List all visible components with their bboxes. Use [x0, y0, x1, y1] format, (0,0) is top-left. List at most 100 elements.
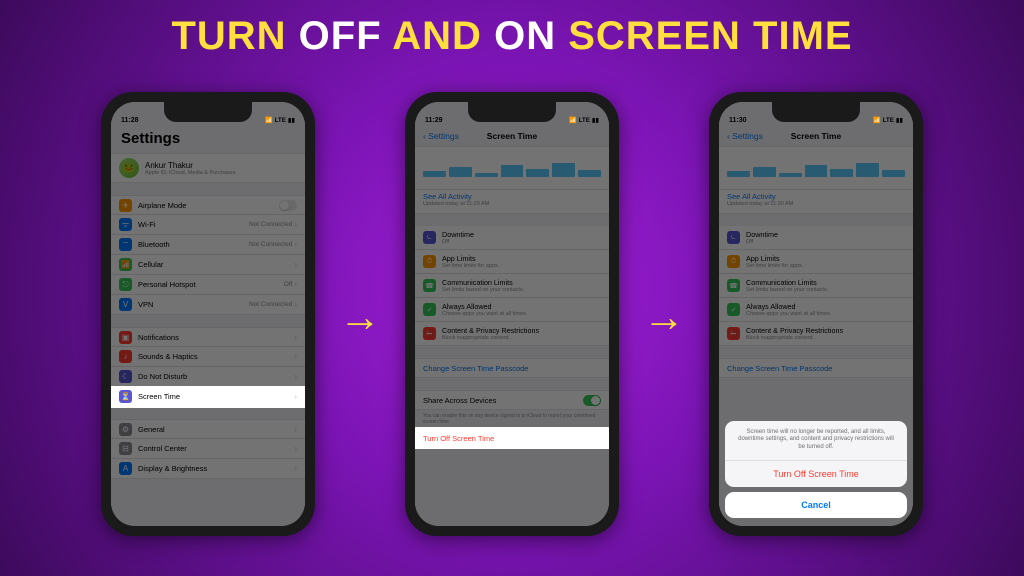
row-label: Cellular [138, 260, 294, 269]
settings-row-screen-time[interactable]: ⏳Screen Time› [111, 387, 305, 407]
settings-row-vpn[interactable]: VVPNNot Connected› [111, 295, 305, 315]
settings-row-sounds-haptics[interactable]: ♪Sounds & Haptics› [111, 347, 305, 367]
row-label: Always Allowed [442, 302, 527, 311]
action-sheet-message: Screen time will no longer be reported, … [725, 421, 907, 461]
see-all-activity-row[interactable]: See All Activity Updated today at 11:29 … [415, 190, 609, 214]
see-all-activity-row[interactable]: See All Activity Updated today at 11:30 … [719, 190, 913, 214]
chevron-right-icon: › [294, 220, 297, 229]
chevron-right-icon: › [294, 425, 297, 434]
profile-name: Ankur Thakur [145, 161, 236, 170]
settings-row-personal-hotspot[interactable]: ⎋Personal HotspotOff› [111, 275, 305, 295]
row-label: Airplane Mode [138, 201, 279, 210]
chevron-right-icon: › [294, 464, 297, 473]
row-icon: ☎ [423, 279, 436, 292]
change-passcode-row[interactable]: Change Screen Time Passcode [415, 358, 609, 378]
row-sublabel: Block inappropriate content. [746, 335, 843, 341]
option-row-always-allowed[interactable]: ✓Always AllowedChoose apps you want at a… [415, 298, 609, 322]
option-row-content-privacy-restrictions[interactable]: ⛔ Content & Privacy RestrictionsBlock ina… [719, 322, 913, 346]
row-sublabel: Set time limits for apps. [442, 263, 499, 269]
row-label: App Limits [746, 254, 803, 263]
settings-row-bluetooth[interactable]: ⌔ BluetoothNot Connected› [111, 235, 305, 255]
row-label: Content & Privacy Restrictions [442, 326, 539, 335]
settings-row-control-center[interactable]: ⊟ Control Center› [111, 439, 305, 459]
row-icon: ⛔ [727, 327, 740, 340]
row-label: Bluetooth [138, 240, 249, 249]
row-value: Not Connected [249, 301, 292, 308]
settings-row-do-not-disturb[interactable]: ☾Do Not Disturb› [111, 367, 305, 387]
activity-chart [719, 146, 913, 190]
option-row-downtime[interactable]: ⏾DowntimeOff [415, 226, 609, 250]
chevron-right-icon: › [294, 260, 297, 269]
phone-step-1: 11:28 📶 LTE ▮▮ Settings 🐸 Ankur Thakur A… [101, 92, 315, 536]
row-icon: ⚙ [119, 423, 132, 436]
row-label: VPN [138, 300, 249, 309]
action-sheet: Screen time will no longer be reported, … [725, 421, 907, 518]
nav-bar: ‹ Settings Screen Time [719, 126, 913, 146]
row-icon: ⊟ [119, 442, 132, 455]
chevron-right-icon: › [294, 280, 297, 289]
row-icon: A [119, 462, 132, 475]
row-label: Sounds & Haptics [138, 352, 294, 361]
settings-row-notifications[interactable]: ▣ Notifications› [111, 327, 305, 347]
settings-row-general[interactable]: ⚙General› [111, 419, 305, 439]
option-row-always-allowed[interactable]: ✓Always AllowedChoose apps you want at a… [719, 298, 913, 322]
row-label: Control Center [138, 444, 294, 453]
row-icon: ▣ [119, 331, 132, 344]
avatar: 🐸 [119, 158, 139, 178]
row-icon: ᯤ [119, 218, 132, 231]
option-row-content-privacy-restrictions[interactable]: ⛔ Content & Privacy RestrictionsBlock ina… [415, 322, 609, 346]
option-row-app-limits[interactable]: ⏱App LimitsSet time limits for apps. [719, 250, 913, 274]
share-across-devices-row[interactable]: Share Across Devices [415, 390, 609, 410]
row-label: Content & Privacy Restrictions [746, 326, 843, 335]
settings-row-wi-fi[interactable]: ᯤWi-FiNot Connected› [111, 215, 305, 235]
cancel-button[interactable]: Cancel [725, 492, 907, 518]
row-label: App Limits [442, 254, 499, 263]
nav-title: Screen Time [791, 131, 841, 141]
phone-step-3: 11:30 📶 LTE ▮▮ ‹ Settings Screen Time Se… [709, 92, 923, 536]
settings-title: Settings [111, 126, 305, 153]
row-sublabel: Off [442, 239, 474, 245]
row-icon: ⛔ [423, 327, 436, 340]
option-row-communication-limits[interactable]: ☎Communication LimitsSet limits based on… [719, 274, 913, 298]
row-label: Downtime [746, 230, 778, 239]
settings-row-display-brightness[interactable]: A Display & Brightness› [111, 459, 305, 479]
row-sublabel: Block inappropriate content. [442, 335, 539, 341]
back-button[interactable]: ‹ Settings [423, 131, 459, 141]
row-icon: ✓ [423, 303, 436, 316]
turn-off-screentime-button[interactable]: Turn Off Screen Time [725, 461, 907, 487]
status-time: 11:28 [121, 117, 139, 124]
chevron-right-icon: › [294, 240, 297, 249]
row-label: Communication Limits [442, 278, 524, 287]
settings-row-cellular[interactable]: 📶Cellular› [111, 255, 305, 275]
row-value: Not Connected [249, 241, 292, 248]
apple-id-row[interactable]: 🐸 Ankur Thakur Apple ID, iCloud, Media &… [111, 153, 305, 183]
row-icon: ⌔ [119, 238, 132, 251]
settings-screen: 11:28 📶 LTE ▮▮ Settings 🐸 Ankur Thakur A… [111, 102, 305, 526]
row-sublabel: Choose apps you want at all times. [746, 311, 831, 317]
status-bar: 11:30 📶 LTE ▮▮ [719, 102, 913, 126]
chevron-right-icon: › [294, 444, 297, 453]
turn-off-screentime-row[interactable]: Turn Off Screen Time [415, 428, 609, 448]
arrow-icon: → [643, 293, 685, 341]
toggle-off-icon[interactable] [279, 200, 297, 211]
option-row-communication-limits[interactable]: ☎ Communication LimitsSet limits based on… [415, 274, 609, 298]
share-note: You can enable this on any device signed… [415, 410, 609, 428]
arrow-icon: → [339, 293, 381, 341]
row-label: Do Not Disturb [138, 372, 294, 381]
option-row-app-limits[interactable]: ⏱App LimitsSet time limits for apps. [415, 250, 609, 274]
chevron-right-icon: › [294, 392, 297, 401]
screentime-screen-actionsheet: 11:30 📶 LTE ▮▮ ‹ Settings Screen Time Se… [719, 102, 913, 526]
row-sublabel: Set time limits for apps. [746, 263, 803, 269]
row-label: Always Allowed [746, 302, 831, 311]
row-label: Notifications [138, 333, 294, 342]
option-row-downtime[interactable]: ⏾DowntimeOff [719, 226, 913, 250]
chevron-right-icon: › [294, 333, 297, 342]
row-sublabel: Set limits based on your contacts. [442, 287, 524, 293]
back-button[interactable]: ‹ Settings [727, 131, 763, 141]
profile-sub: Apple ID, iCloud, Media & Purchases [145, 170, 236, 176]
toggle-on-icon[interactable] [583, 395, 601, 406]
row-label: Display & Brightness [138, 464, 294, 473]
row-value: Not Connected [249, 221, 292, 228]
change-passcode-row[interactable]: Change Screen Time Passcode [719, 358, 913, 378]
settings-row-airplane-mode[interactable]: ✈Airplane Mode [111, 195, 305, 215]
